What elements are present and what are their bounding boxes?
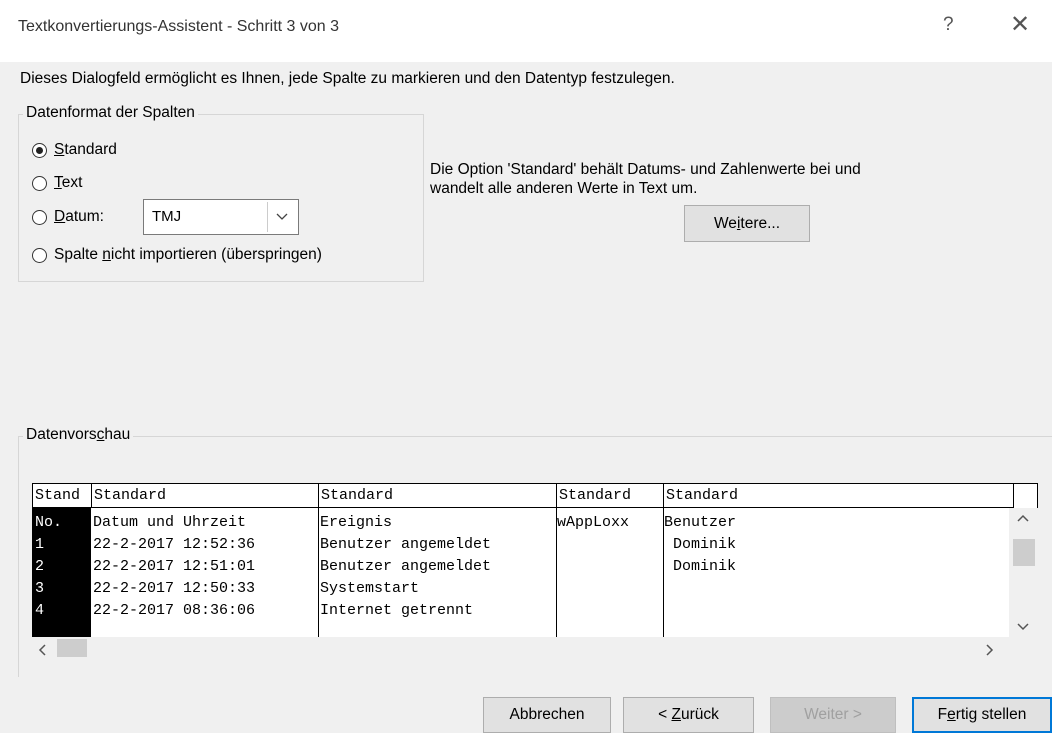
scroll-up-icon[interactable] (1017, 510, 1029, 525)
radio-icon (32, 175, 47, 191)
date-format-value: TMJ (152, 208, 182, 225)
table-cell: 3 (35, 580, 45, 597)
close-icon[interactable]: ✕ (1010, 10, 1030, 39)
column-header[interactable]: Standard (557, 484, 664, 508)
radio-date[interactable]: Datum: (32, 208, 104, 226)
more-button[interactable]: We i tere... (684, 205, 810, 242)
radio-label-skip: Spalte nicht importieren (überspringen) (54, 246, 322, 263)
data-preview-grid[interactable]: Stand Standard Standard Standard Standar… (32, 483, 1038, 640)
table-cell: No. (35, 514, 63, 531)
table-cell: Dominik (664, 558, 737, 575)
table-cell: 22-2-2017 12:50:33 (93, 580, 256, 597)
table-cell: Benutzer angemeldet (320, 558, 492, 575)
info-text-line2: wandelt alle anderen Werte in Text um. (430, 180, 698, 197)
intro-text: Dieses Dialogfeld ermöglicht es Ihnen, j… (20, 70, 675, 87)
radio-label-date: Datum: (54, 208, 104, 225)
radio-standard[interactable]: Standard (32, 141, 117, 159)
finish-button[interactable]: Fe rtig stellen (912, 697, 1052, 733)
column-header[interactable]: Standard (664, 484, 1014, 508)
radio-icon (32, 247, 47, 263)
table-cell: Datum und Uhrzeit (93, 514, 247, 531)
table-cell: 22-2-2017 12:51:01 (93, 558, 256, 575)
info-text-line1: Die Option 'Standard' behält Datums- und… (430, 161, 861, 178)
next-button[interactable]: Weiter > (770, 697, 896, 733)
table-cell: Benutzer (664, 514, 737, 531)
table-cell: 22-2-2017 08:36:06 (93, 602, 256, 619)
vertical-scroll-thumb[interactable] (1013, 539, 1035, 566)
table-cell: 1 (35, 536, 45, 553)
help-icon[interactable]: ? (943, 14, 954, 36)
scroll-right-icon[interactable] (986, 643, 994, 660)
table-cell: 2 (35, 558, 45, 575)
table-cell: Benutzer angemeldet (320, 536, 492, 553)
chevron-down-icon[interactable] (267, 202, 296, 232)
window-title: Textkonvertierungs-Assistent - Schritt 3… (18, 18, 340, 35)
radio-text[interactable]: Text (32, 174, 82, 192)
column-header[interactable]: Standard (319, 484, 557, 508)
table-cell: wAppLoxx (557, 514, 630, 531)
vertical-scrollbar[interactable] (1009, 508, 1038, 637)
title-bar: Textkonvertierungs-Assistent - Schritt 3… (0, 0, 1052, 62)
radio-label-text: Text (54, 174, 83, 191)
table-cell: Internet getrennt (320, 602, 474, 619)
table-cell: Dominik (664, 536, 737, 553)
column-header[interactable]: Standard (92, 484, 319, 508)
horizontal-scroll-thumb[interactable] (57, 639, 87, 657)
cancel-button[interactable]: Abbrechen (483, 697, 611, 733)
table-cell: Ereignis (320, 514, 393, 531)
preview-legend: Datenvorschau (23, 426, 134, 444)
scroll-left-icon[interactable] (38, 643, 46, 660)
radio-label-standard: Standard (54, 141, 117, 158)
horizontal-scrollbar[interactable] (32, 637, 1038, 659)
radio-skip-column[interactable]: Spalte nicht importieren (überspringen) (32, 246, 322, 264)
back-button[interactable]: < Zurück (623, 697, 754, 733)
column-header[interactable]: Stand (33, 484, 92, 508)
table-cell: 4 (35, 602, 45, 619)
radio-selected-icon (32, 142, 47, 158)
format-group-legend: Datenformat der Spalten (23, 104, 198, 122)
scroll-down-icon[interactable] (1017, 618, 1029, 635)
table-cell: 22-2-2017 12:52:36 (93, 536, 256, 553)
radio-icon (32, 209, 47, 225)
table-cell: Systemstart (320, 580, 420, 597)
date-format-select[interactable]: TMJ (143, 199, 299, 235)
column-divider (318, 508, 319, 639)
